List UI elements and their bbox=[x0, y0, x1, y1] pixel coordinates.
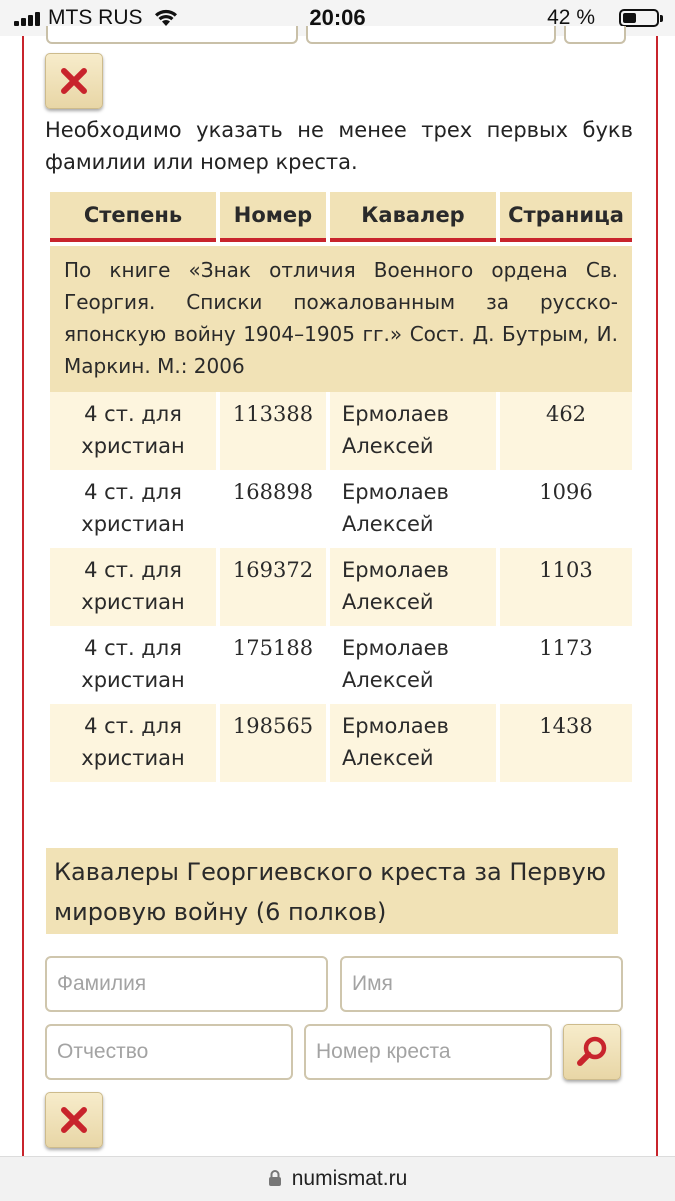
search-button-previous[interactable] bbox=[564, 26, 626, 44]
cell-number: 175188 bbox=[220, 626, 326, 704]
cross-number-input[interactable] bbox=[304, 1024, 552, 1080]
table-row: 4 ст. для христиан 169372 Ермолаев Алекс… bbox=[50, 548, 632, 626]
close-icon bbox=[61, 68, 87, 94]
close-icon bbox=[61, 1107, 87, 1133]
cell-degree: 4 ст. для христиан bbox=[50, 392, 216, 470]
source-citation: По книге «Знак отличия Военного ордена С… bbox=[50, 242, 632, 392]
section-title-ww1: Кавалеры Георгиевского креста за Первую … bbox=[46, 848, 618, 934]
results-table: Степень Номер Кавалер Страница По книге … bbox=[46, 192, 636, 782]
header-cavalier[interactable]: Кавалер bbox=[330, 192, 496, 242]
cell-page: 1103 bbox=[500, 548, 632, 626]
cell-degree: 4 ст. для христиан bbox=[50, 548, 216, 626]
clear-button[interactable] bbox=[45, 1092, 103, 1148]
patronymic-input[interactable] bbox=[45, 1024, 293, 1080]
header-degree[interactable]: Степень bbox=[50, 192, 216, 242]
search-button[interactable] bbox=[563, 1024, 621, 1080]
search-icon bbox=[577, 1036, 607, 1066]
table-row: 4 ст. для христиан 113388 Ермолаев Алекс… bbox=[50, 392, 632, 470]
cell-degree: 4 ст. для христиан bbox=[50, 470, 216, 548]
header-page[interactable]: Страница bbox=[500, 192, 632, 242]
cell-degree: 4 ст. для христиан bbox=[50, 626, 216, 704]
cross-field-previous[interactable] bbox=[306, 26, 556, 44]
cell-number: 169372 bbox=[220, 548, 326, 626]
cell-page: 1438 bbox=[500, 704, 632, 782]
battery-icon bbox=[619, 9, 663, 27]
cell-name: Ермолаев Алексей bbox=[330, 392, 496, 470]
cell-name: Ермолаев Алексей bbox=[330, 626, 496, 704]
cell-number: 168898 bbox=[220, 470, 326, 548]
cell-name: Ермолаев Алексей bbox=[330, 704, 496, 782]
cell-name: Ермолаев Алексей bbox=[330, 548, 496, 626]
surname-input[interactable] bbox=[45, 956, 328, 1012]
url-bar[interactable]: numismat.ru bbox=[0, 1156, 675, 1201]
lock-icon bbox=[268, 1170, 281, 1186]
table-row: 4 ст. для христиан 198565 Ермолаев Алекс… bbox=[50, 704, 632, 782]
clear-button[interactable] bbox=[45, 53, 103, 109]
cell-name: Ермолаев Алексей bbox=[330, 470, 496, 548]
first-name-input[interactable] bbox=[340, 956, 623, 1012]
cell-number: 113388 bbox=[220, 392, 326, 470]
cell-number: 198565 bbox=[220, 704, 326, 782]
url-domain: numismat.ru bbox=[291, 1167, 408, 1190]
cell-page: 1096 bbox=[500, 470, 632, 548]
table-row: 4 ст. для христиан 168898 Ермолаев Алекс… bbox=[50, 470, 632, 548]
source-row: По книге «Знак отличия Военного ордена С… bbox=[50, 242, 632, 392]
cell-page: 462 bbox=[500, 392, 632, 470]
cell-degree: 4 ст. для христиан bbox=[50, 704, 216, 782]
table-row: 4 ст. для христиан 175188 Ермолаев Алекс… bbox=[50, 626, 632, 704]
header-number[interactable]: Номер bbox=[220, 192, 326, 242]
table-header-row: Степень Номер Кавалер Страница bbox=[50, 192, 632, 242]
surname-field-previous[interactable] bbox=[46, 26, 298, 44]
cell-page: 1173 bbox=[500, 626, 632, 704]
search-notice: Необходимо указать не менее трех первых … bbox=[45, 118, 633, 174]
